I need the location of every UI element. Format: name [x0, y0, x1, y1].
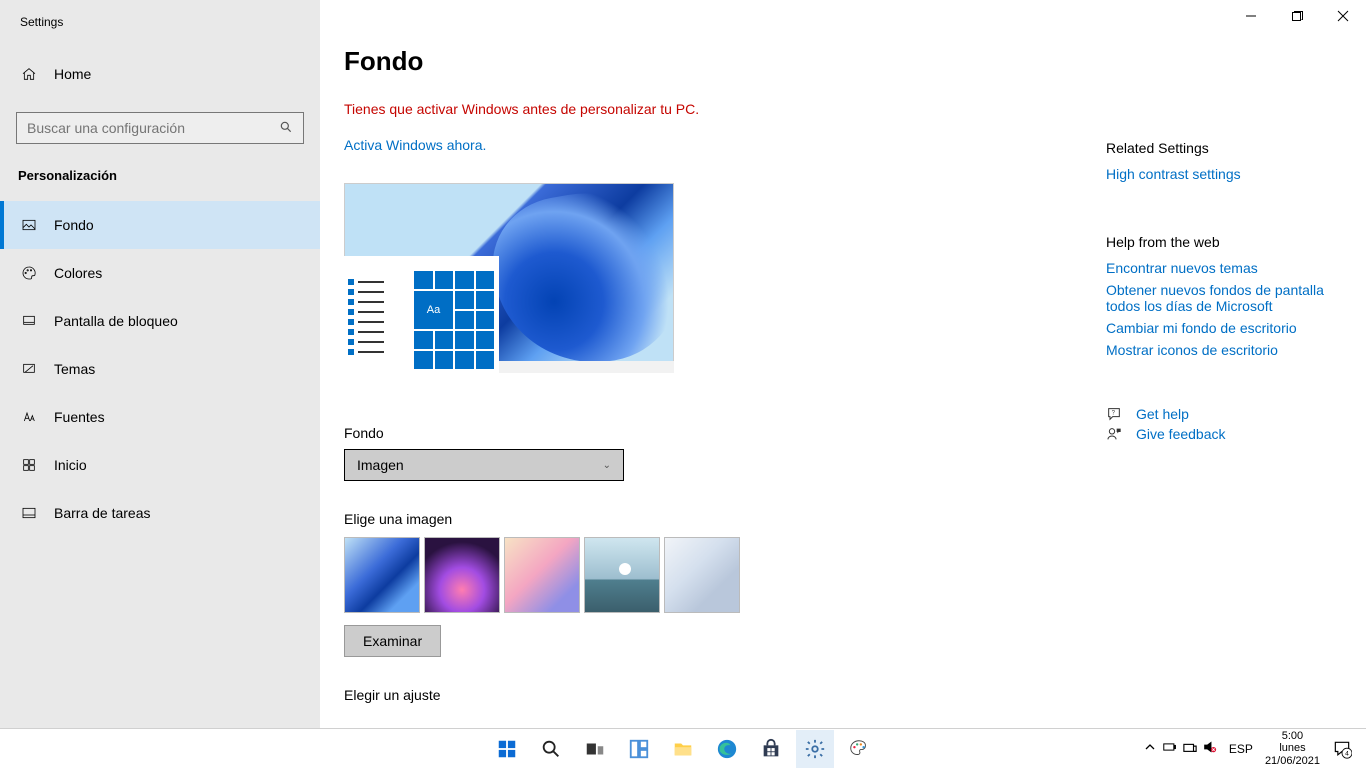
help-icon: ?	[1106, 406, 1122, 422]
search-icon	[279, 120, 293, 137]
help-header: Help from the web	[1106, 234, 1346, 250]
taskbar-center	[488, 730, 878, 768]
minimize-button[interactable]	[1228, 0, 1274, 32]
sidebar-item-label: Inicio	[54, 457, 87, 473]
tray-overflow-icon[interactable]	[1143, 740, 1157, 757]
fonts-icon	[20, 409, 38, 425]
sidebar-item-themes[interactable]: Temas	[0, 345, 320, 393]
activation-warning: Tienes que activar Windows antes de pers…	[344, 101, 1066, 117]
clock-day: lunes	[1265, 742, 1320, 754]
paint-button[interactable]	[840, 730, 878, 768]
task-view-button[interactable]	[576, 730, 614, 768]
fit-label: Elegir un ajuste	[344, 687, 1066, 703]
home-icon	[20, 66, 38, 82]
sidebar-item-colors[interactable]: Colores	[0, 249, 320, 297]
preview-sample-text: Aa	[414, 291, 453, 329]
related-panel: Related Settings High contrast settings …	[1106, 0, 1366, 728]
start-button[interactable]	[488, 730, 526, 768]
window-controls	[1228, 0, 1366, 32]
wallpaper-thumb-5[interactable]	[664, 537, 740, 613]
page-title: Fondo	[344, 46, 1066, 77]
store-button[interactable]	[752, 730, 790, 768]
sidebar-item-lockscreen[interactable]: Pantalla de bloqueo	[0, 297, 320, 345]
file-explorer-button[interactable]	[664, 730, 702, 768]
choose-image-label: Elige una imagen	[344, 511, 1066, 527]
svg-text:4: 4	[1345, 750, 1349, 757]
sidebar-item-label: Fondo	[54, 217, 94, 233]
preview-start-tiles: Aa	[414, 271, 494, 369]
background-preview: Aa	[344, 183, 674, 373]
link-change-wallpaper[interactable]: Cambiar mi fondo de escritorio	[1106, 320, 1346, 336]
link-find-themes[interactable]: Encontrar nuevos temas	[1106, 260, 1346, 276]
sidebar-item-label: Temas	[54, 361, 95, 377]
settings-sidebar: Settings Home Personalización Fondo Colo…	[0, 0, 320, 728]
palette-icon	[20, 265, 38, 281]
edge-button[interactable]	[708, 730, 746, 768]
chevron-down-icon: ⌄	[603, 460, 611, 471]
get-help-row[interactable]: ? Get help	[1106, 406, 1346, 422]
give-feedback-row[interactable]: Give feedback	[1106, 426, 1346, 442]
wallpaper-thumb-2[interactable]	[424, 537, 500, 613]
language-indicator[interactable]: ESP	[1229, 742, 1253, 756]
taskbar-search-button[interactable]	[532, 730, 570, 768]
sidebar-item-home[interactable]: Home	[0, 52, 320, 96]
picture-icon	[20, 217, 38, 233]
system-tray[interactable]	[1143, 740, 1217, 757]
volume-icon[interactable]	[1203, 740, 1217, 757]
link-show-icons[interactable]: Mostrar iconos de escritorio	[1106, 342, 1346, 358]
background-dropdown[interactable]: Imagen ⌄	[344, 449, 624, 481]
activation-link[interactable]: Activa Windows ahora.	[344, 137, 486, 153]
sidebar-item-label: Fuentes	[54, 409, 105, 425]
get-help-link: Get help	[1136, 406, 1189, 422]
sidebar-item-fonts[interactable]: Fuentes	[0, 393, 320, 441]
link-daily-wallpapers[interactable]: Obtener nuevos fondos de pantalla todos …	[1106, 282, 1346, 314]
sidebar-category: Personalización	[0, 144, 320, 201]
feedback-icon	[1106, 426, 1122, 442]
taskbar-icon	[20, 505, 38, 521]
widgets-button[interactable]	[620, 730, 658, 768]
window-title-bar: Settings	[0, 0, 320, 44]
sidebar-item-label: Barra de tareas	[54, 505, 151, 521]
browse-button[interactable]: Examinar	[344, 625, 441, 657]
sidebar-item-background[interactable]: Fondo	[0, 201, 320, 249]
background-dropdown-value: Imagen	[357, 457, 404, 473]
sidebar-item-label: Colores	[54, 265, 102, 281]
sidebar-item-label: Pantalla de bloqueo	[54, 313, 178, 329]
svg-text:?: ?	[1112, 411, 1116, 417]
sidebar-item-taskbar[interactable]: Barra de tareas	[0, 489, 320, 537]
wallpaper-thumb-1[interactable]	[344, 537, 420, 613]
settings-app-button[interactable]	[796, 730, 834, 768]
window-title: Settings	[20, 15, 63, 29]
lockscreen-icon	[20, 313, 38, 329]
battery-icon[interactable]	[1163, 740, 1177, 757]
maximize-button[interactable]	[1274, 0, 1320, 32]
main-content: Fondo Tienes que activar Windows antes d…	[320, 0, 1106, 728]
sidebar-item-start[interactable]: Inicio	[0, 441, 320, 489]
search-input[interactable]	[27, 120, 279, 136]
background-field-label: Fondo	[344, 425, 1066, 441]
sidebar-home-label: Home	[54, 66, 91, 82]
start-icon	[20, 457, 38, 473]
taskbar-clock[interactable]: 5:00 lunes 21/06/2021	[1265, 730, 1320, 766]
give-feedback-link: Give feedback	[1136, 426, 1226, 442]
link-high-contrast[interactable]: High contrast settings	[1106, 166, 1346, 182]
wallpaper-thumb-3[interactable]	[504, 537, 580, 613]
themes-icon	[20, 361, 38, 377]
clock-date: 21/06/2021	[1265, 755, 1320, 767]
close-button[interactable]	[1320, 0, 1366, 32]
search-box[interactable]	[16, 112, 304, 144]
taskbar-right: ESP 5:00 lunes 21/06/2021 4	[1143, 730, 1356, 766]
taskbar: ESP 5:00 lunes 21/06/2021 4	[0, 728, 1366, 768]
action-center-button[interactable]: 4	[1328, 735, 1356, 763]
network-icon[interactable]	[1183, 740, 1197, 757]
related-settings-header: Related Settings	[1106, 140, 1346, 156]
clock-time: 5:00	[1265, 730, 1320, 742]
wallpaper-thumb-4[interactable]	[584, 537, 660, 613]
image-thumbnails	[344, 537, 1066, 613]
